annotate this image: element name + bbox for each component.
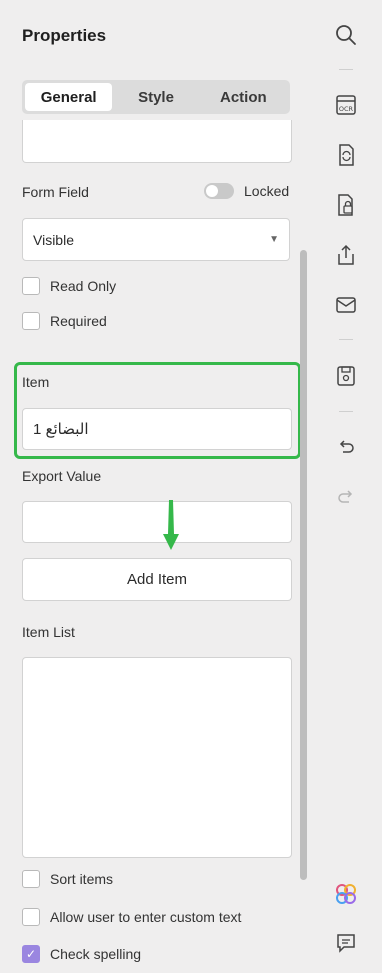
check-spelling-row[interactable]: ✓ Check spelling [22, 945, 141, 963]
toolbar-separator [339, 411, 353, 412]
ai-assistant-icon[interactable] [332, 880, 360, 908]
redo-icon[interactable] [332, 483, 360, 511]
visibility-select[interactable]: Visible ▼ [22, 218, 290, 261]
item-list[interactable] [22, 657, 292, 858]
annotation-arrow-icon [163, 500, 179, 550]
sort-items-checkbox[interactable] [22, 870, 40, 888]
right-toolbar: OCR [322, 0, 382, 973]
properties-panel: Properties General Style Action Form Fie… [0, 0, 316, 973]
panel-scrollbar[interactable] [300, 250, 307, 880]
search-icon[interactable] [332, 21, 360, 49]
export-value-label: Export Value [22, 468, 102, 484]
tab-general[interactable]: General [25, 83, 113, 111]
save-icon[interactable] [332, 362, 360, 390]
item-input[interactable]: البضائع 1 [22, 408, 292, 450]
tab-action[interactable]: Action [200, 83, 287, 111]
check-spelling-label: Check spelling [50, 946, 142, 962]
name-field[interactable] [22, 120, 292, 163]
toolbar-separator [339, 69, 353, 70]
sort-items-label: Sort items [50, 871, 114, 887]
panel-title: Properties [22, 26, 107, 45]
ocr-icon[interactable]: OCR [332, 91, 360, 119]
svg-text:OCR: OCR [339, 105, 354, 113]
read-only-label: Read Only [50, 278, 117, 294]
sort-items-row[interactable]: Sort items [22, 870, 113, 888]
required-label: Required [50, 313, 107, 329]
convert-icon[interactable] [332, 141, 360, 169]
protect-icon[interactable] [332, 191, 360, 219]
read-only-checkbox-row[interactable]: Read Only [22, 277, 116, 295]
check-spelling-checkbox[interactable]: ✓ [22, 945, 40, 963]
locked-label: Locked [244, 183, 290, 199]
read-only-checkbox[interactable] [22, 277, 40, 295]
share-icon[interactable] [332, 241, 360, 269]
undo-icon[interactable] [332, 433, 360, 461]
allow-custom-text-label: Allow user to enter custom text [50, 909, 242, 925]
comment-icon[interactable] [332, 929, 360, 957]
add-item-button[interactable]: Add Item [22, 558, 292, 601]
visibility-value: Visible [33, 231, 74, 248]
required-checkbox-row[interactable]: Required [22, 312, 107, 330]
toolbar-separator [339, 339, 353, 340]
locked-toggle-group: Locked [204, 183, 289, 199]
allow-custom-text-row[interactable]: Allow user to enter custom text [22, 908, 241, 926]
allow-custom-text-checkbox[interactable] [22, 908, 40, 926]
export-value-input[interactable] [22, 501, 292, 543]
locked-toggle[interactable] [204, 183, 234, 199]
required-checkbox[interactable] [22, 312, 40, 330]
tab-style[interactable]: Style [112, 83, 199, 111]
form-field-label: Form Field [22, 184, 89, 200]
chevron-down-icon: ▼ [269, 234, 279, 245]
item-list-label: Item List [22, 624, 75, 640]
mail-icon[interactable] [332, 291, 360, 319]
toggle-knob [206, 185, 218, 197]
tab-bar: General Style Action [22, 80, 290, 114]
item-label: Item [22, 374, 50, 390]
